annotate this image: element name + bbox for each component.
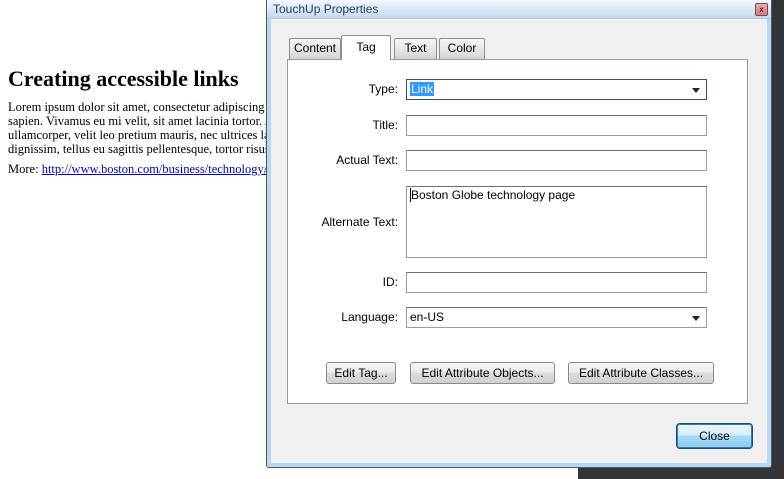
alternate-text-value: Boston Globe technology page [410, 188, 575, 202]
close-icon[interactable]: x [755, 3, 768, 16]
type-combobox[interactable]: Link [406, 79, 707, 100]
dialog-title: TouchUp Properties [267, 2, 378, 16]
body-line: sapien. Vivamus eu mi velit, sit amet la… [8, 114, 266, 128]
language-label: Language: [278, 307, 398, 328]
more-label: More: [8, 162, 39, 176]
title-label: Title: [278, 115, 398, 136]
tab-color[interactable]: Color [439, 38, 485, 59]
touchup-properties-dialog: TouchUp Properties x Content Tag Text Co… [267, 0, 771, 467]
document-heading: Creating accessible links [8, 66, 239, 92]
document-body-text: Lorem ipsum dolor sit amet, consectetur … [8, 100, 266, 156]
dialog-client-area: Content Tag Text Color Type: Link Title:… [271, 19, 767, 463]
document-hyperlink[interactable]: http://www.boston.com/business/technolog… [42, 162, 266, 176]
dialog-titlebar[interactable]: TouchUp Properties x [267, 0, 771, 19]
body-line: ullamcorper, velit leo pretium mauris, n… [8, 128, 266, 142]
dropdown-arrow-icon[interactable] [692, 88, 700, 93]
body-line: Lorem ipsum dolor sit amet, consectetur … [8, 100, 266, 114]
body-line: dignissim, tellus eu sagittis pellentesq… [8, 142, 266, 156]
edit-tag-button[interactable]: Edit Tag... [326, 362, 396, 384]
actual-text-label: Actual Text: [278, 150, 398, 171]
language-combobox[interactable]: en-US [406, 307, 707, 328]
document-visible-area: Creating accessible links Lorem ipsum do… [0, 0, 266, 479]
alternate-text-input[interactable]: Boston Globe technology page [406, 186, 707, 258]
tab-text[interactable]: Text [394, 38, 437, 59]
edit-attribute-objects-button[interactable]: Edit Attribute Objects... [410, 362, 555, 384]
actual-text-input[interactable] [406, 150, 707, 171]
title-input[interactable] [406, 115, 707, 136]
id-input[interactable] [406, 272, 707, 293]
document-more-line: More: http://www.boston.com/business/tec… [8, 162, 266, 177]
type-value: Link [410, 82, 434, 96]
tab-content[interactable]: Content [289, 38, 341, 59]
id-label: ID: [278, 272, 398, 293]
alternate-text-label: Alternate Text: [278, 186, 398, 258]
close-button[interactable]: Close [677, 424, 752, 448]
edit-attribute-classes-button[interactable]: Edit Attribute Classes... [568, 362, 714, 384]
tab-tag[interactable]: Tag [341, 35, 391, 60]
dropdown-arrow-icon[interactable] [692, 316, 700, 321]
type-label: Type: [278, 79, 398, 100]
language-value: en-US [410, 310, 444, 324]
